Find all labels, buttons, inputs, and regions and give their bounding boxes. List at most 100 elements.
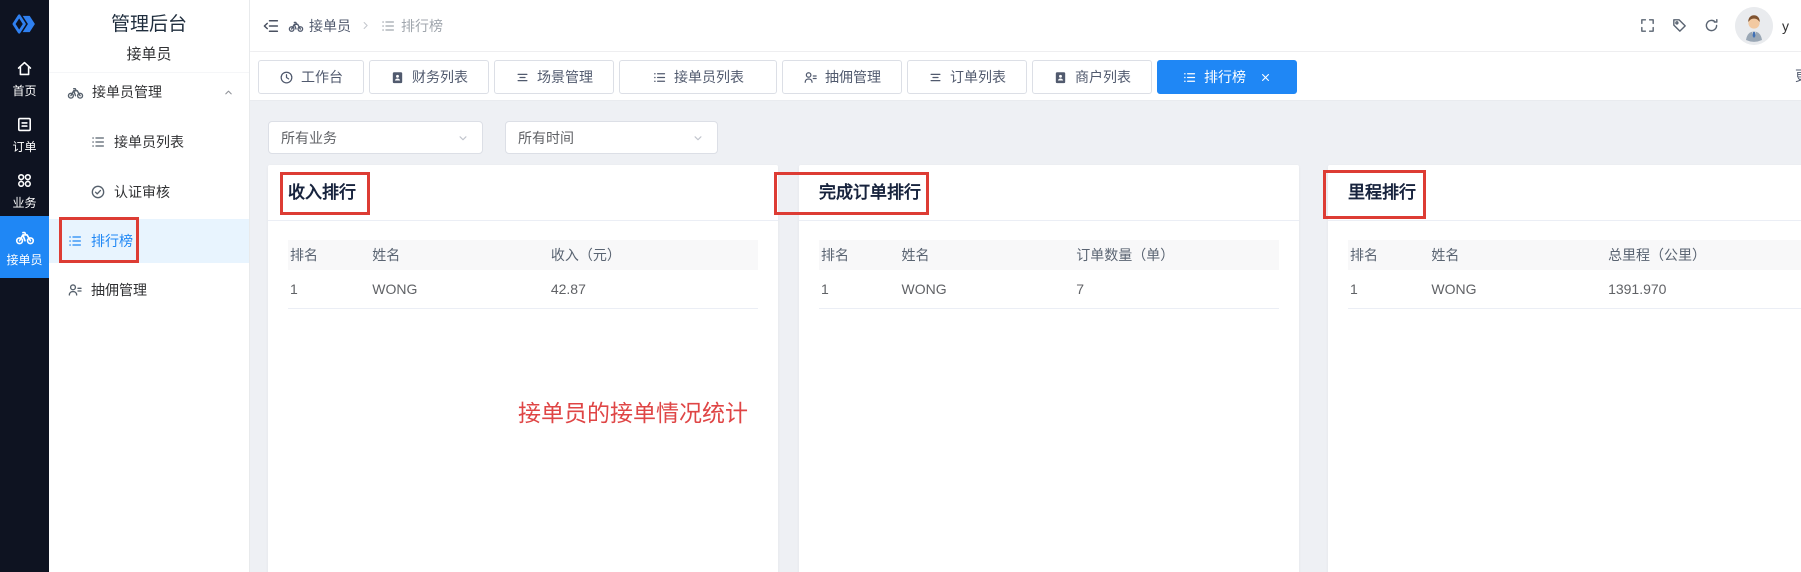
cell-name: WONG: [370, 270, 549, 308]
mileage-ranking-table: 排名 姓名 总里程（公里） 1 WONG 1391.970: [1348, 240, 1801, 309]
orders-ranking-table: 排名 姓名 订单数量（单） 1 WONG 7: [819, 240, 1279, 309]
cell-value: 7: [1074, 270, 1279, 308]
tab-label: 商户列表: [1075, 67, 1131, 87]
col-name: 姓名: [900, 240, 1075, 270]
breadcrumb-separator-icon: [359, 19, 372, 32]
app-title: 管理后台: [49, 0, 249, 36]
mileage-ranking-panel: 里程排行 排名 姓名 总里程（公里） 1 WONG: [1328, 165, 1801, 572]
col-value: 总里程（公里）: [1606, 240, 1801, 270]
col-rank: 排名: [1348, 240, 1429, 270]
sidebar-item-ranking[interactable]: 排行榜: [49, 219, 249, 263]
tab-finance-list[interactable]: 财务列表: [369, 60, 489, 94]
user-lines-icon: [67, 282, 83, 298]
sidebar-fold-icon[interactable]: [262, 17, 280, 35]
panel-body: 排名 姓名 总里程（公里） 1 WONG 1391.970: [1328, 221, 1801, 309]
sidebar-item-label: 认证审核: [114, 182, 170, 202]
list-icon: [67, 233, 83, 249]
tab-merchant-list[interactable]: 商户列表: [1032, 60, 1152, 94]
tab-rider-list[interactable]: 接单员列表: [619, 60, 777, 94]
lines-icon: [928, 70, 943, 85]
tab-commission[interactable]: 抽佣管理: [782, 60, 902, 94]
panel-header: 收入排行: [268, 165, 778, 221]
panel-body: 排名 姓名 收入（元） 1 WONG 42.87: [268, 221, 778, 309]
content: 所有业务 所有时间 收入排行: [250, 101, 1801, 572]
table-row: 1 WONG 42.87: [288, 270, 758, 308]
sidebar-item-rider-list[interactable]: 接单员列表: [49, 124, 249, 160]
home-icon: [15, 59, 34, 78]
col-rank: 排名: [288, 240, 370, 270]
panel-header: 里程排行: [1328, 165, 1801, 221]
tag-icon[interactable]: [1671, 17, 1688, 34]
tab-label: 订单列表: [950, 67, 1006, 87]
table-header-row: 排名 姓名 订单数量（单）: [819, 240, 1279, 270]
rider-bike-icon: [15, 227, 35, 247]
rail-item-label: 订单: [12, 138, 36, 155]
sidebar: 管理后台 接单员 接单员管理 接单员列表 认证审核 排行榜 抽佣管理: [49, 0, 250, 572]
breadcrumb-section-label: 接单员: [309, 16, 351, 36]
check-circle-icon: [90, 184, 106, 200]
time-filter-value: 所有时间: [518, 128, 574, 148]
avatar[interactable]: [1735, 7, 1773, 45]
contacts-book-icon: [390, 70, 405, 85]
breadcrumb: 接单员 排行榜: [262, 16, 443, 36]
rail-item-label: 业务: [12, 194, 36, 211]
topbar-actions: y: [1639, 7, 1789, 45]
sidebar-item-label: 接单员管理: [92, 82, 162, 102]
main-area: 接单员 排行榜 y 工作台 财务列表 场景管理: [250, 0, 1801, 572]
sidebar-item-rider-management[interactable]: 接单员管理: [49, 72, 249, 112]
annotation-text: 接单员的接单情况统计: [518, 394, 748, 428]
cell-rank: 1: [1348, 270, 1429, 308]
table-header-row: 排名 姓名 总里程（公里）: [1348, 240, 1801, 270]
apps-icon: [15, 171, 34, 190]
close-icon[interactable]: [1259, 71, 1272, 84]
tab-workbench[interactable]: 工作台: [258, 60, 364, 94]
cell-name: WONG: [1429, 270, 1606, 308]
rail-item-home[interactable]: 首页: [0, 56, 49, 102]
tab-ranking-active[interactable]: 排行榜: [1157, 60, 1297, 94]
list-icon: [652, 70, 667, 85]
time-filter-select[interactable]: 所有时间: [505, 121, 718, 154]
business-filter-select[interactable]: 所有业务: [268, 121, 483, 154]
tab-label: 财务列表: [412, 67, 468, 87]
panel-body: 排名 姓名 订单数量（单） 1 WONG 7: [799, 221, 1299, 309]
cell-value: 42.87: [549, 270, 758, 308]
tabs-more-clipped[interactable]: 更: [1795, 66, 1801, 86]
filter-row: 所有业务 所有时间: [268, 121, 1801, 154]
app-logo[interactable]: [0, 10, 49, 38]
sidebar-subtitle: 接单员: [49, 46, 249, 73]
breadcrumb-section[interactable]: 接单员: [288, 16, 351, 36]
chevron-down-icon: [691, 131, 705, 145]
rail-item-label: 首页: [12, 82, 36, 99]
rail-item-business[interactable]: 业务: [0, 168, 49, 214]
sidebar-item-label: 抽佣管理: [91, 280, 147, 300]
list-icon: [1182, 70, 1197, 85]
table-row: 1 WONG 1391.970: [1348, 270, 1801, 308]
tab-scene-management[interactable]: 场景管理: [494, 60, 614, 94]
panel-title: 里程排行: [1348, 183, 1416, 203]
rail-item-orders[interactable]: 订单: [0, 112, 49, 158]
topbar: 接单员 排行榜 y: [250, 0, 1801, 52]
cell-rank: 1: [819, 270, 900, 308]
tab-label: 排行榜: [1204, 67, 1246, 87]
tab-label: 接单员列表: [674, 67, 744, 87]
tab-order-list[interactable]: 订单列表: [907, 60, 1027, 94]
rail-item-rider-active[interactable]: 接单员: [0, 216, 49, 278]
completed-orders-ranking-panel: 完成订单排行 排名 姓名 订单数量（单） 1 WO: [799, 165, 1299, 572]
fullscreen-icon[interactable]: [1639, 17, 1656, 34]
col-value: 收入（元）: [549, 240, 758, 270]
username: y: [1782, 18, 1789, 34]
sidebar-item-commission[interactable]: 抽佣管理: [49, 272, 249, 308]
refresh-icon[interactable]: [1703, 17, 1720, 34]
col-name: 姓名: [1429, 240, 1606, 270]
panel-title: 收入排行: [288, 183, 356, 203]
table-header-row: 排名 姓名 收入（元）: [288, 240, 758, 270]
sidebar-item-label: 接单员列表: [114, 132, 184, 152]
ranking-panels: 收入排行 排名 姓名 收入（元） 1 WONG: [268, 165, 1801, 572]
sidebar-item-auth-audit[interactable]: 认证审核: [49, 174, 249, 210]
app-rail: 首页 订单 业务 接单员: [0, 0, 49, 572]
list-icon: [380, 18, 396, 34]
col-value: 订单数量（单）: [1074, 240, 1279, 270]
clock-icon: [279, 70, 294, 85]
bike-icon: [67, 84, 84, 101]
panel-title: 完成订单排行: [819, 183, 921, 203]
